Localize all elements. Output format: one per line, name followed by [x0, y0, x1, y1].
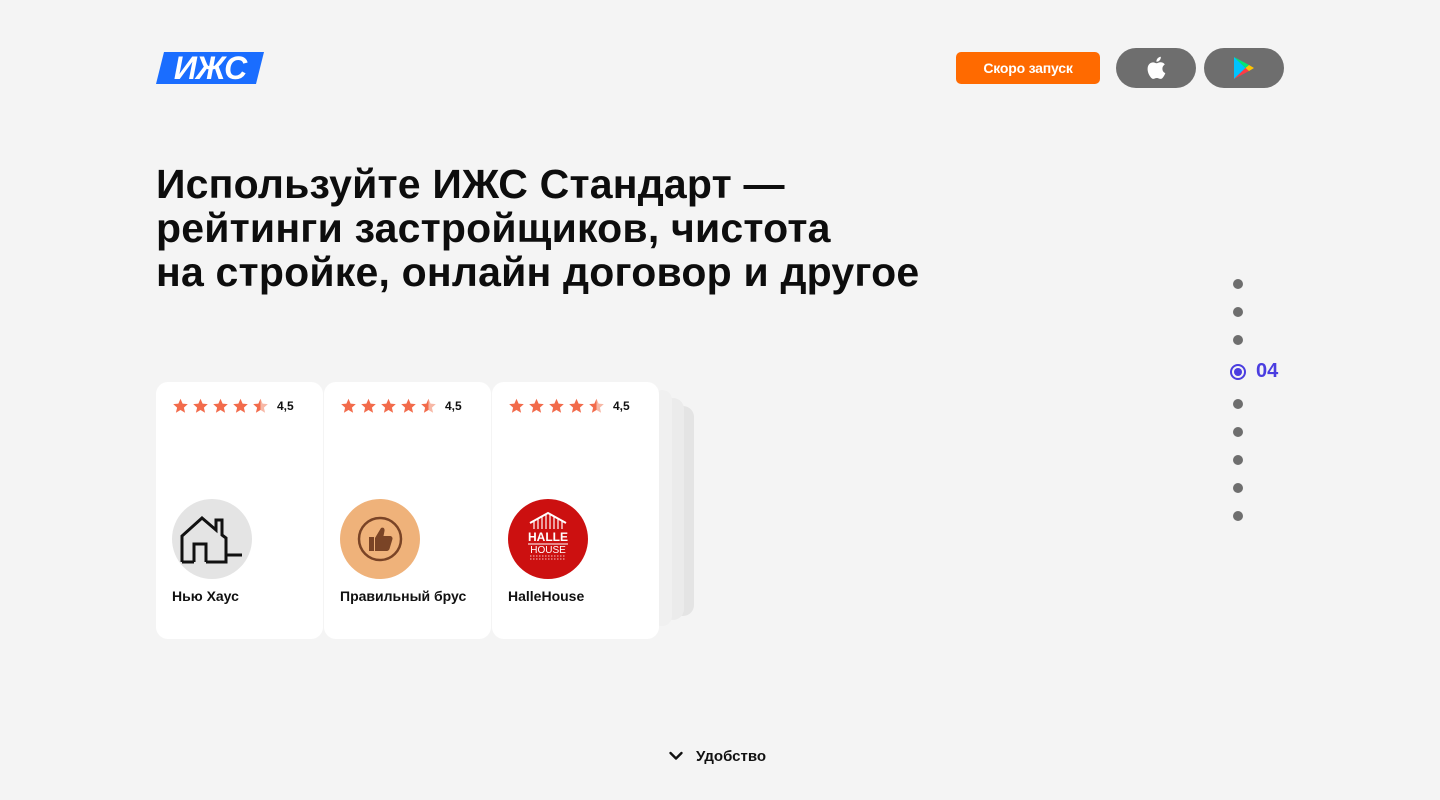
house-outline-icon — [180, 516, 242, 564]
rating-value: 4,5 — [613, 399, 630, 413]
star-half-icon — [421, 398, 436, 413]
chevron-down-icon — [669, 751, 683, 760]
star-full-icon — [529, 398, 544, 413]
headline-line-2: рейтинги застройщиков, чистота — [156, 205, 831, 251]
builder-card[interactable]: 4,5 Нью Хаус — [156, 382, 323, 639]
rating-stars — [340, 398, 440, 414]
next-section-label: Удобство — [696, 747, 767, 765]
builder-card[interactable]: 4,5 HALLE HOUSE HalleHouse — [492, 382, 659, 639]
pager-dot-active[interactable] — [1230, 364, 1246, 380]
google-play-icon — [1234, 57, 1254, 79]
headline-line-3: на стройке, онлайн договор и другое — [156, 249, 920, 295]
builder-name: Правильный брус — [340, 588, 467, 604]
pager-active-label: 04 — [1256, 360, 1279, 382]
pager-dot-9[interactable] — [1233, 511, 1243, 521]
apple-icon — [1147, 56, 1166, 79]
builder-logo — [340, 499, 420, 579]
star-full-icon — [361, 398, 376, 413]
rating-value: 4,5 — [445, 399, 462, 413]
star-full-icon — [549, 398, 564, 413]
halle-house-logo: HALLE HOUSE — [528, 511, 568, 560]
house-logo-text: HOUSE — [530, 545, 566, 556]
pager-dot-2[interactable] — [1233, 307, 1243, 317]
pager-dot-7[interactable] — [1233, 455, 1243, 465]
rating-stars — [172, 398, 272, 414]
section-pager: 04 — [1226, 270, 1296, 530]
rating-row: 4,5 — [508, 398, 630, 414]
google-play-button[interactable] — [1204, 48, 1284, 88]
izhs-logo[interactable]: ИЖС — [156, 52, 264, 84]
star-full-icon — [233, 398, 248, 413]
star-full-icon — [401, 398, 416, 413]
app-store-button[interactable] — [1116, 48, 1196, 88]
next-section-link[interactable]: Удобство — [668, 744, 766, 768]
builder-cards-carousel: 4,5 Нью Хаус 4,5 Правильный брус 4,5 HAL… — [156, 382, 716, 642]
coming-soon-button[interactable]: Скоро запуск — [956, 52, 1100, 84]
star-full-icon — [341, 398, 356, 413]
star-half-icon — [253, 398, 268, 413]
builder-name: HalleHouse — [508, 588, 585, 604]
star-full-icon — [509, 398, 524, 413]
pager-dot-8[interactable] — [1233, 483, 1243, 493]
thumbs-up-icon — [357, 516, 403, 562]
page-headline: Используйте ИЖС Стандарт — рейтинги заст… — [156, 162, 1116, 294]
halle-logo-text: HALLE — [528, 530, 568, 544]
headline-line-1: Используйте ИЖС Стандарт — — [156, 161, 785, 207]
rating-value: 4,5 — [277, 399, 294, 413]
builder-logo: HALLE HOUSE — [508, 499, 588, 579]
rating-row: 4,5 — [340, 398, 462, 414]
rating-stars — [508, 398, 608, 414]
pager-dot-3[interactable] — [1233, 335, 1243, 345]
star-full-icon — [213, 398, 228, 413]
star-full-icon — [173, 398, 188, 413]
builder-card[interactable]: 4,5 Правильный брус — [324, 382, 491, 639]
rating-row: 4,5 — [172, 398, 294, 414]
star-full-icon — [193, 398, 208, 413]
pager-dot-5[interactable] — [1233, 399, 1243, 409]
builder-name: Нью Хаус — [172, 588, 239, 604]
pager-dot-6[interactable] — [1233, 427, 1243, 437]
builder-logo — [172, 499, 252, 579]
star-half-icon — [589, 398, 604, 413]
star-full-icon — [569, 398, 584, 413]
logo-text: ИЖС — [174, 52, 248, 84]
star-full-icon — [381, 398, 396, 413]
pager-dot-1[interactable] — [1233, 279, 1243, 289]
